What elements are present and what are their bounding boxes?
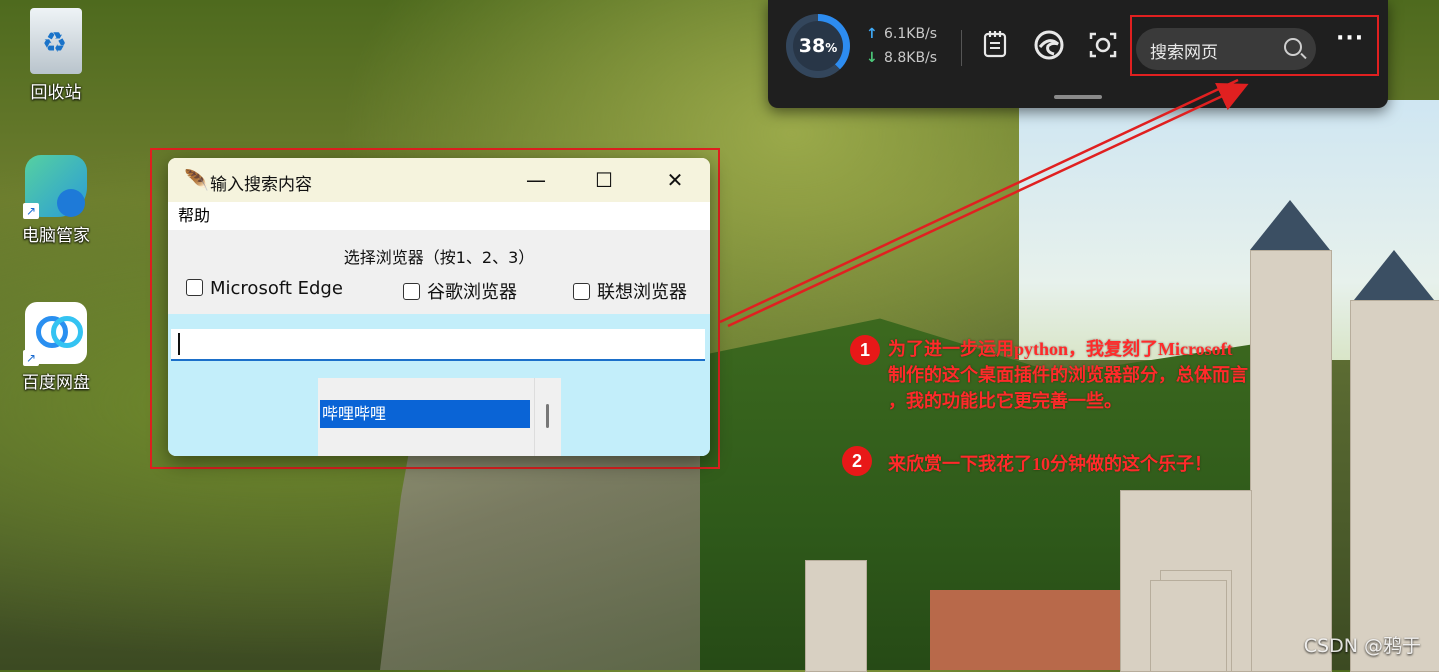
checkbox-label: 谷歌浏览器 <box>427 282 517 303</box>
window-titlebar[interactable]: 🪶 输入搜索内容 — ☐ ✕ <box>168 158 710 202</box>
search-entry[interactable] <box>171 329 705 361</box>
checkbox-icon <box>186 279 203 296</box>
browser-select-label: 选择浏览器（按1、2、3） <box>343 248 535 267</box>
checkbox-icon <box>403 283 420 300</box>
search-input-window: 🪶 输入搜索内容 — ☐ ✕ 帮助 选择浏览器（按1、2、3） Microsof… <box>168 158 710 456</box>
search-input-panel: 哔哩哔哩 <box>168 314 710 456</box>
annotation-line: 制作的这个桌面插件的浏览器部分，总体而言 <box>888 365 1248 385</box>
minimize-button[interactable]: — <box>506 162 566 198</box>
scrollbar-thumb[interactable] <box>546 404 549 428</box>
checkbox-chrome[interactable]: 谷歌浏览器 <box>403 278 517 304</box>
annotation-number-2: 2 <box>842 446 872 476</box>
annotation-text-2: 来欣赏一下我花了10分钟做的这个乐子！ <box>888 454 1212 474</box>
maximize-button[interactable]: ☐ <box>574 162 634 198</box>
browser-selection-panel: 选择浏览器（按1、2、3） Microsoft Edge 谷歌浏览器 联想浏览器 <box>168 230 710 314</box>
suggestion-listbox[interactable]: 哔哩哔哩 <box>318 378 561 456</box>
annotation-text-1: 为了进一步运用python，我复刻了Microsoft 制作的这个桌面插件的浏览… <box>888 336 1248 414</box>
annotation-number-1: 1 <box>850 335 880 365</box>
checkbox-edge[interactable]: Microsoft Edge <box>186 278 343 299</box>
listbox-scrollbar[interactable] <box>534 378 561 456</box>
checkbox-lenovo[interactable]: 联想浏览器 <box>573 278 687 304</box>
checkbox-label: 联想浏览器 <box>597 282 687 303</box>
checkbox-icon <box>573 283 590 300</box>
close-button[interactable]: ✕ <box>645 162 705 198</box>
text-caret <box>178 333 180 355</box>
list-item[interactable]: 哔哩哔哩 <box>320 400 530 428</box>
checkbox-label: Microsoft Edge <box>210 278 343 299</box>
menu-bar: 帮助 <box>168 202 710 230</box>
watermark: CSDN @鸦于 <box>1303 635 1421 657</box>
annotation-line: 为了进一步运用python，我复刻了Microsoft <box>888 339 1233 359</box>
window-title: 输入搜索内容 <box>210 175 312 195</box>
feather-icon: 🪶 <box>184 168 209 192</box>
annotation-line: ，我的功能比它更完善一些。 <box>888 391 1122 411</box>
menu-help[interactable]: 帮助 <box>178 206 210 225</box>
